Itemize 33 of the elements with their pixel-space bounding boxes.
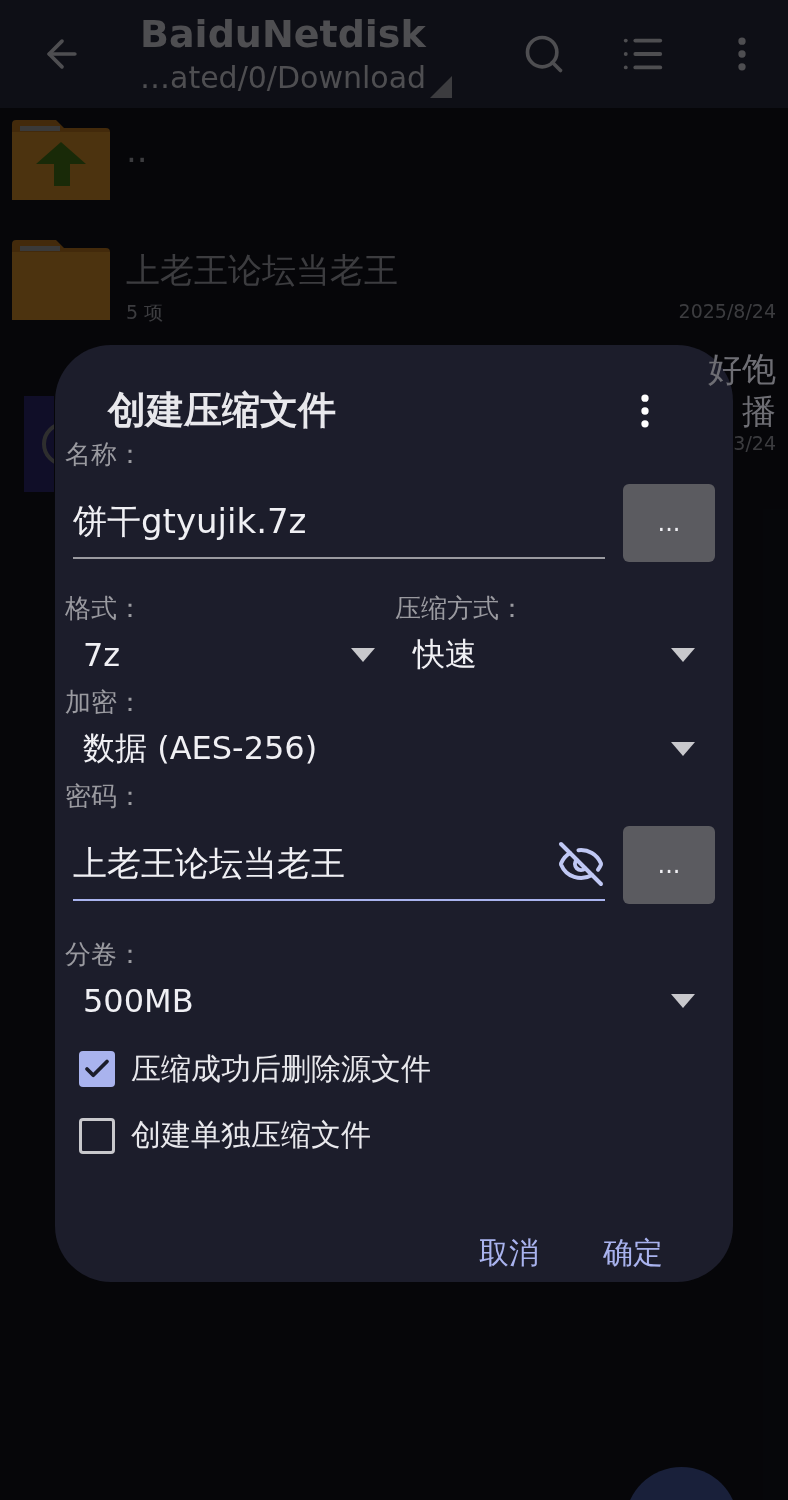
field-label: 压缩方式：: [395, 592, 526, 625]
password-input-field[interactable]: 上老王论坛当老王: [73, 829, 605, 901]
checkbox-label: 创建单独压缩文件: [131, 1116, 371, 1155]
field-label: 格式：: [65, 592, 144, 625]
field-label: 分卷：: [65, 937, 144, 971]
eye-off-icon[interactable]: [557, 840, 605, 888]
dropdown-caret-icon: [671, 648, 695, 662]
file-name: ..: [126, 129, 149, 172]
method-dropdown[interactable]: 快速: [395, 626, 715, 684]
name-input-field[interactable]: 饼干gtyujik.7z: [73, 487, 605, 559]
field-label: 密码：: [65, 780, 144, 813]
browse-button[interactable]: ...: [623, 826, 715, 904]
dropdown-caret-icon: [351, 648, 375, 662]
dropdown-caret-icon: [671, 742, 695, 756]
file-name: 好饱: [708, 348, 776, 390]
dialog-title: 创建压缩文件: [108, 387, 336, 434]
dropdown-caret-icon: [671, 993, 695, 1008]
video-thumbnail-icon: [24, 396, 54, 492]
checkbox-label: 压缩成功后删除源文件: [131, 1049, 431, 1088]
file-name: 播: [742, 390, 776, 432]
cancel-button[interactable]: 取消: [467, 1225, 551, 1282]
folder-icon: [12, 240, 110, 320]
split-dropdown[interactable]: 500MB: [65, 971, 715, 1030]
checkbox[interactable]: [79, 1117, 115, 1154]
ok-button[interactable]: 确定: [591, 1225, 675, 1282]
field-label: 名称：: [65, 438, 144, 471]
encryption-dropdown[interactable]: 数据 (AES-256): [65, 720, 715, 778]
app-title: BaiduNetdisk: [140, 11, 427, 58]
parent-folder-icon: [12, 120, 110, 200]
browse-button[interactable]: ...: [623, 484, 715, 562]
field-label: 加密：: [65, 686, 144, 719]
checkbox[interactable]: [79, 1051, 115, 1088]
format-dropdown[interactable]: 7z: [65, 626, 395, 684]
